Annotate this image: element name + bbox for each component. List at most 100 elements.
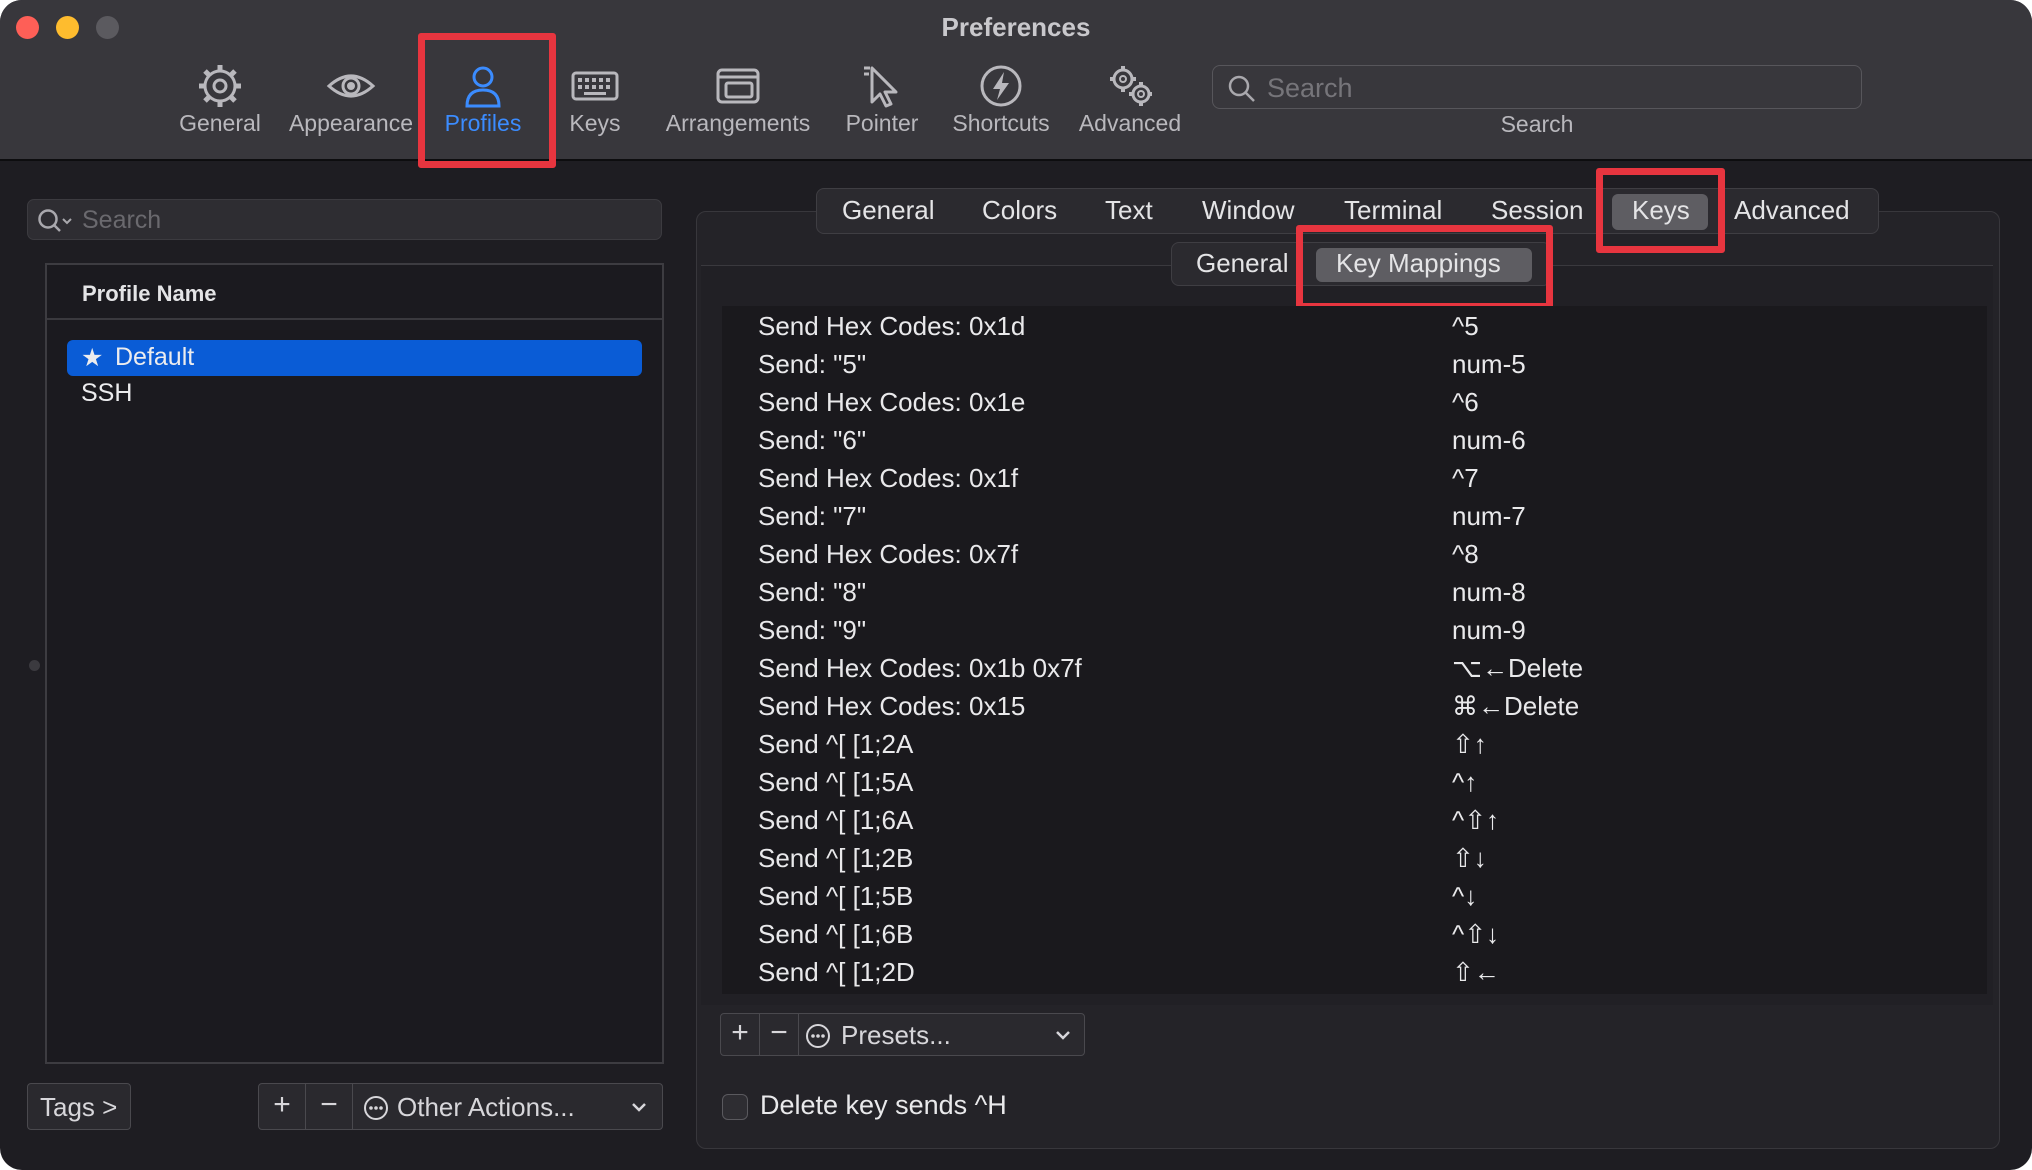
toolbar-search-placeholder: Search	[1267, 73, 1353, 103]
key-mapping-row[interactable]: Send Hex Codes: 0x1b 0x7f ⌥←Delete	[722, 648, 1987, 686]
key-mapping-row[interactable]: Send ^[ [1;6B ^⇧↓	[722, 914, 1987, 952]
mapping-keys: num-8	[1452, 577, 1526, 607]
mapping-action: Send: "6"	[758, 425, 867, 455]
preferences-window: Preferences General Appearance Profiles …	[0, 0, 2032, 1170]
key-mapping-row[interactable]: Send: "6" num-6	[722, 420, 1987, 458]
mapping-action: Send Hex Codes: 0x1b 0x7f	[758, 653, 1082, 683]
key-mapping-row[interactable]: Send Hex Codes: 0x1f ^7	[722, 458, 1987, 496]
mapping-keys: ^↑	[1452, 767, 1478, 797]
tab-advanced[interactable]: Advanced	[1734, 195, 1850, 226]
mapping-action: Send Hex Codes: 0x15	[758, 691, 1026, 721]
search-icon	[1228, 75, 1255, 102]
mapping-keys: ^7	[1452, 463, 1479, 493]
toolbar-keys-button[interactable]: Keys	[560, 58, 630, 148]
toolbar-shortcuts-button[interactable]: Shortcuts	[948, 58, 1054, 148]
toolbar-general-label: General	[179, 110, 261, 136]
eye-icon	[326, 74, 376, 98]
ellipsis-circle-icon	[806, 1024, 830, 1048]
toolbar-keys-label: Keys	[569, 110, 621, 136]
resize-handle[interactable]	[29, 660, 40, 671]
mapping-action: Send ^[ [1;6B	[758, 919, 914, 949]
mapping-keys: ^6	[1452, 387, 1479, 417]
key-mapping-row[interactable]: Send Hex Codes: 0x1e ^6	[722, 382, 1987, 420]
key-mapping-row[interactable]: Send: "9" num-9	[722, 610, 1987, 648]
key-mapping-row[interactable]: Send ^[ [1;2B ⇧↓	[722, 838, 1987, 876]
profile-list: Profile Name ★ Default SSH	[45, 263, 664, 1064]
tab-window[interactable]: Window	[1202, 195, 1294, 226]
mapping-action: Send: "8"	[758, 577, 867, 607]
key-mapping-row[interactable]: Send Hex Codes: 0x15 ⌘←Delete	[722, 686, 1987, 724]
mapping-action: Send ^[ [1;2A	[758, 729, 914, 759]
mapping-action: Send Hex Codes: 0x7f	[758, 539, 1019, 569]
star-icon: ★	[81, 344, 104, 372]
profile-row-ssh[interactable]: SSH	[67, 376, 642, 412]
tags-button[interactable]: Tags >	[27, 1083, 131, 1130]
mapping-keys: ^8	[1452, 539, 1479, 569]
tab-general[interactable]: General	[842, 195, 935, 226]
keyboard-icon	[571, 71, 619, 101]
add-profile-button[interactable]: +	[259, 1088, 305, 1122]
mapping-action: Send: "7"	[758, 501, 867, 531]
key-mapping-row[interactable]: Send ^[ [1;2A ⇧↑	[722, 724, 1987, 762]
key-mapping-row[interactable]: Send ^[ [1;5B ^↓	[722, 876, 1987, 914]
tab-terminal[interactable]: Terminal	[1344, 195, 1442, 226]
subtab-general[interactable]: General	[1196, 248, 1289, 279]
profile-name: Default	[115, 343, 195, 371]
profile-search-placeholder: Search	[82, 206, 162, 234]
toolbar-pointer-label: Pointer	[845, 110, 919, 136]
mapping-keys: ⇧↑	[1452, 729, 1487, 759]
mapping-keys: ⌥←Delete	[1452, 653, 1584, 683]
window-title: Preferences	[941, 12, 1091, 42]
ellipsis-circle-icon	[364, 1096, 388, 1120]
toolbar-advanced-label: Advanced	[1078, 110, 1182, 136]
toolbar-appearance-label: Appearance	[288, 110, 414, 136]
key-mapping-row[interactable]: Send: "5" num-5	[722, 344, 1987, 382]
mapping-action: Send ^[ [1;5B	[758, 881, 914, 911]
key-mapping-row[interactable]: Send ^[ [1;5A ^↑	[722, 762, 1987, 800]
key-mappings-table[interactable]: Send Hex Codes: 0x1d ^5 Send: "5" num-5 Send…	[722, 306, 1987, 994]
tab-session[interactable]: Session	[1491, 195, 1584, 226]
profiles-highlight-box	[418, 33, 556, 168]
chevron-down-icon	[632, 1103, 646, 1112]
key-mapping-row[interactable]: Send Hex Codes: 0x1d ^5	[722, 306, 1987, 344]
profile-search-field[interactable]: Search	[27, 199, 662, 240]
other-actions-dropdown[interactable]: Other Actions...	[353, 1084, 663, 1130]
delete-key-sends-ctrl-h-checkbox[interactable]	[722, 1094, 748, 1120]
toolbar-arrangements-label: Arrangements	[665, 110, 811, 136]
profile-list-header[interactable]: Profile Name	[47, 265, 662, 320]
add-mapping-button[interactable]: +	[721, 1016, 759, 1050]
key-mapping-row[interactable]: Send: "7" num-7	[722, 496, 1987, 534]
toolbar-pointer-button[interactable]: Pointer	[842, 58, 922, 148]
key-mapping-row[interactable]: Send: "8" num-8	[722, 572, 1987, 610]
mapping-action: Send Hex Codes: 0x1f	[758, 463, 1019, 493]
mapping-action: Send Hex Codes: 0x1e	[758, 387, 1026, 417]
key-mapping-row[interactable]: Send ^[ [1;6A ^⇧↑	[722, 800, 1987, 838]
toolbar-shortcuts-label: Shortcuts	[952, 110, 1050, 136]
remove-mapping-button[interactable]: −	[760, 1016, 798, 1050]
toolbar-advanced-button[interactable]: Advanced	[1076, 58, 1184, 148]
search-icon	[38, 209, 72, 232]
key-mapping-row[interactable]: Send Hex Codes: 0x7f ^8	[722, 534, 1987, 572]
presets-label: Presets...	[841, 1020, 951, 1050]
toolbar-appearance-button[interactable]: Appearance	[286, 58, 416, 148]
profile-actions-bar: + − Other Actions...	[258, 1083, 663, 1130]
key-mapping-row[interactable]: Send ^[ [1;2D ⇧←	[722, 952, 1987, 990]
key-mappings-highlight-box	[1296, 225, 1553, 310]
toolbar-search-field[interactable]: Search	[1212, 65, 1862, 109]
mapping-keys: ^⇧↓	[1452, 919, 1499, 949]
presets-dropdown[interactable]: Presets...	[799, 1014, 1085, 1056]
delete-key-sends-ctrl-h-label[interactable]: Delete key sends ^H	[760, 1090, 1007, 1121]
mapping-action: Send ^[ [1;2D	[758, 957, 915, 987]
tags-button-label: Tags >	[40, 1092, 118, 1122]
tab-colors[interactable]: Colors	[982, 195, 1057, 226]
toolbar: Preferences General Appearance Profiles …	[0, 0, 2032, 168]
profile-row-default[interactable]: ★ Default	[67, 340, 642, 376]
mapping-keys: ⌘←Delete	[1452, 691, 1580, 721]
remove-profile-button[interactable]: −	[306, 1088, 352, 1122]
toolbar-arrangements-button[interactable]: Arrangements	[662, 58, 814, 148]
toolbar-general-button[interactable]: General	[168, 58, 272, 148]
mapping-keys: ^⇧↑	[1452, 805, 1499, 835]
mapping-keys: ^↓	[1452, 881, 1478, 911]
tab-text[interactable]: Text	[1105, 195, 1153, 226]
gear-icon	[199, 65, 241, 107]
